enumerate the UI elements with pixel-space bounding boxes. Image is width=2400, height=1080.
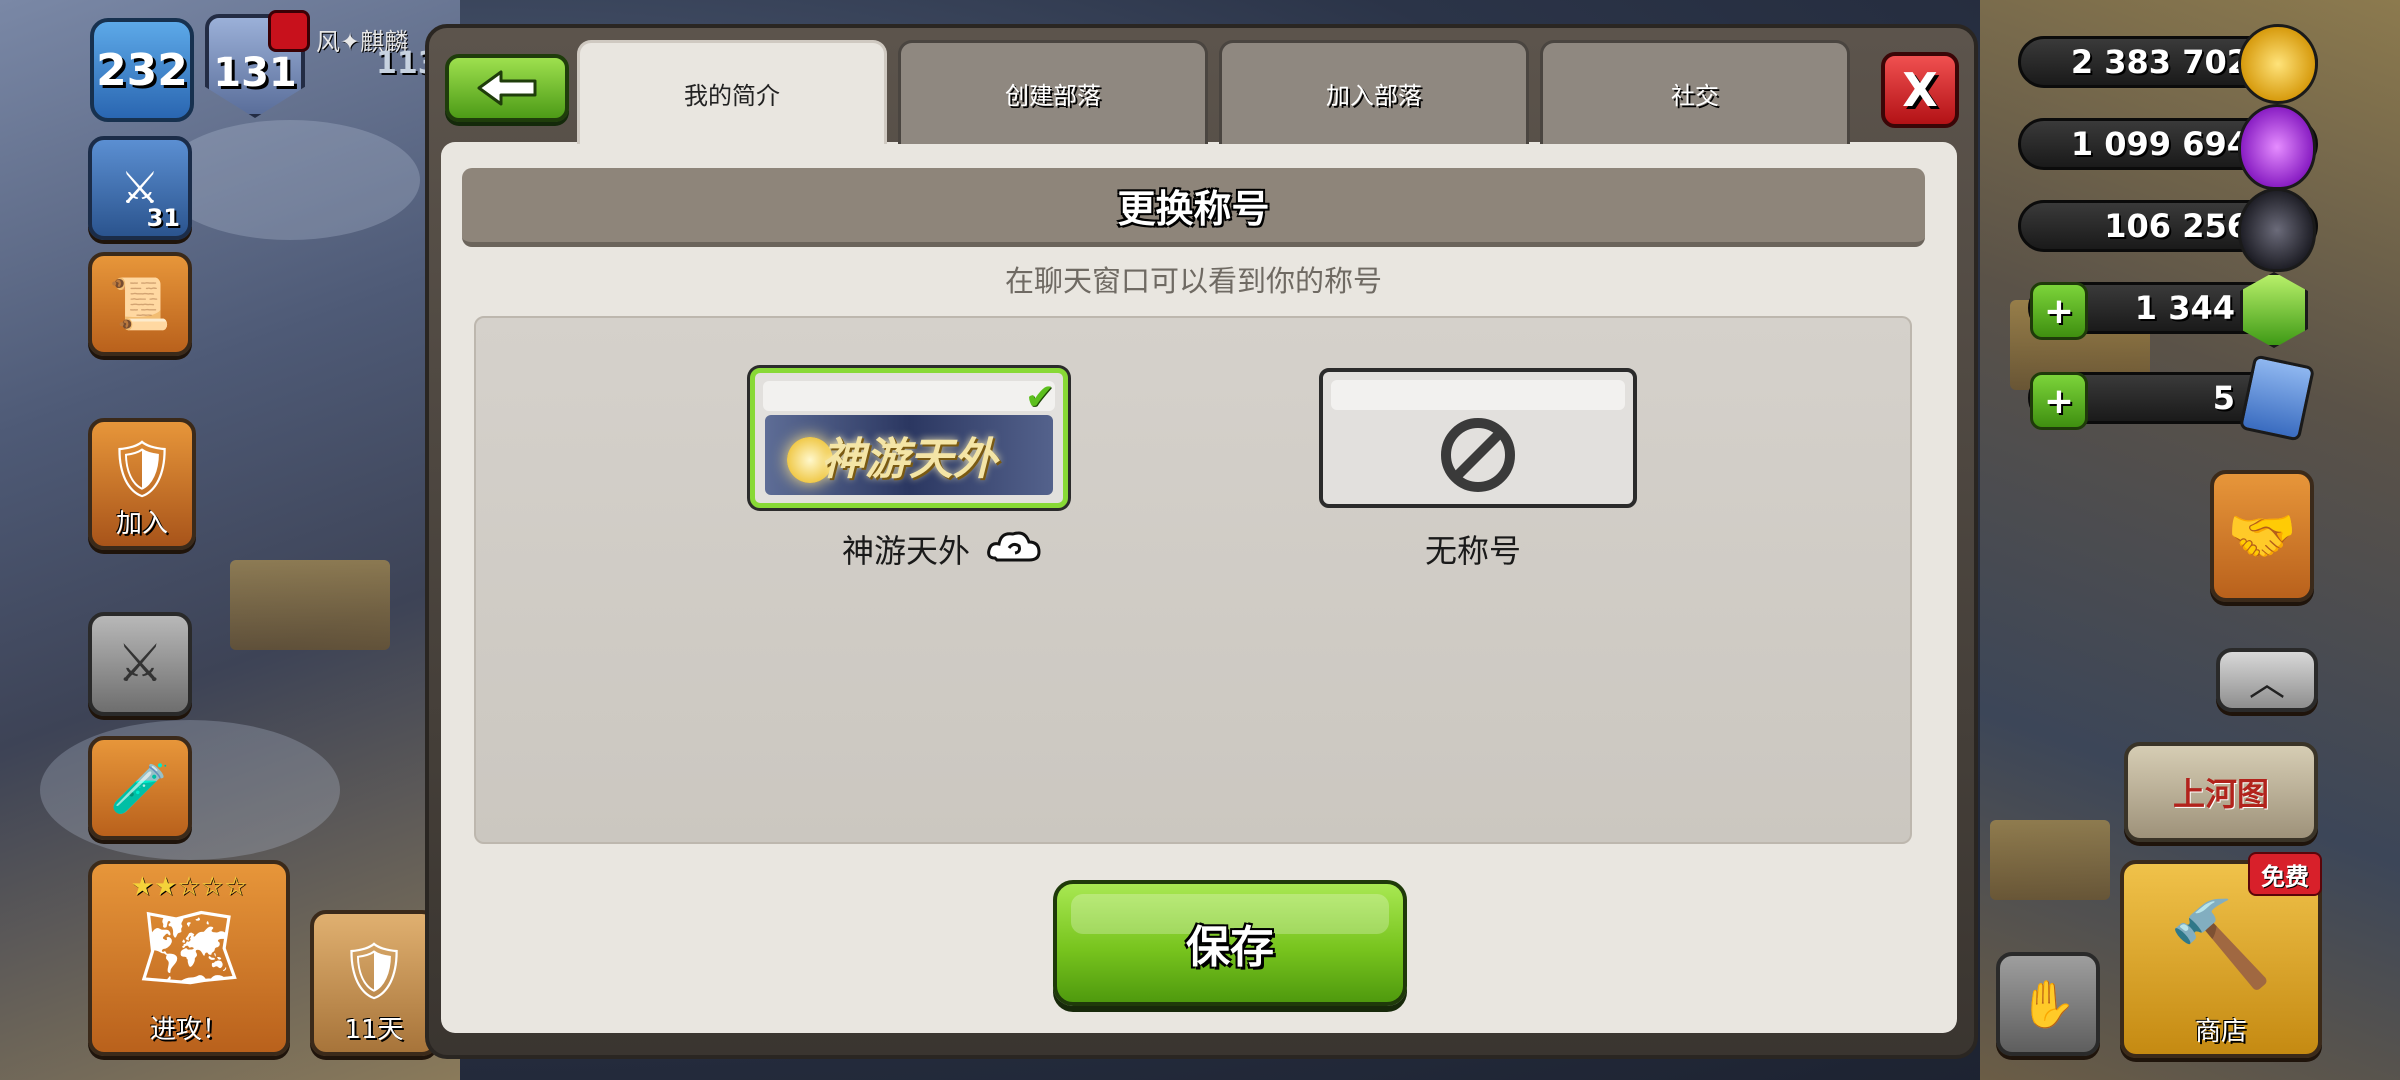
builder-potions-amount: 5	[2212, 379, 2235, 417]
title-label-no-title: 无称号	[1425, 532, 1522, 570]
rooftop-decoration	[230, 560, 390, 650]
clan-war-count: 31	[146, 204, 180, 232]
dark-elixir-amount: 106 256	[2104, 207, 2249, 245]
arrow-left-icon	[477, 70, 537, 106]
gold-coin-icon	[2238, 24, 2318, 104]
close-button[interactable]: X	[1881, 52, 1959, 128]
notification-dot	[268, 10, 310, 52]
title-option-no-title[interactable]	[1319, 368, 1637, 508]
army-button[interactable]: 🧪	[88, 736, 192, 840]
join-clan-label: 加入	[115, 509, 168, 539]
save-label: 保存	[1186, 922, 1274, 973]
battle-log-button[interactable]: ⚔	[88, 612, 192, 716]
title-label-shenyoutianwai: 神游天外	[842, 532, 971, 570]
handshake-icon: 🤝	[2227, 504, 2297, 569]
barbarian-potion-icon: 🧪	[110, 760, 170, 817]
tab-social[interactable]: 社交	[1540, 40, 1850, 144]
close-icon: X	[1902, 63, 1938, 117]
cloud-icon	[987, 531, 1041, 562]
gems-amount: 1 344	[2134, 289, 2235, 327]
elixir-drop-icon	[2238, 104, 2316, 190]
scroll-icon: 📜	[108, 274, 172, 333]
join-clan-button[interactable]: 🛡 加入	[88, 418, 196, 550]
treasure-map-icon: 🗺	[138, 901, 240, 994]
player-level-badge[interactable]: 232	[90, 18, 194, 122]
event-banner-label: 上河图	[2172, 775, 2269, 813]
tab-my-profile[interactable]: 我的简介	[577, 40, 887, 144]
shop-hammer-coins-icon: 🔨	[2168, 894, 2274, 993]
title-art: 神游天外	[765, 415, 1053, 495]
title-art-text: 神游天外	[821, 434, 997, 485]
quest-log-button[interactable]: 📜	[88, 252, 192, 356]
attack-stars-icon: ★★☆☆☆	[130, 872, 248, 902]
change-title-header: 更换称号	[462, 168, 1925, 247]
shield-days-label: 11天	[344, 1015, 404, 1045]
attack-button[interactable]: ★★☆☆☆ 🗺 进攻！	[88, 860, 290, 1056]
cloud-decoration	[160, 120, 420, 240]
attack-label: 进攻！	[149, 1015, 228, 1045]
dark-elixir-drop-icon	[2238, 188, 2316, 272]
rooftop-decoration	[1990, 820, 2110, 900]
edit-layout-button[interactable]: ✋	[1996, 952, 2100, 1056]
buy-potions-plus-button[interactable]: +	[2030, 372, 2088, 430]
scroll-up-button[interactable]: ︿	[2216, 648, 2318, 712]
back-button[interactable]	[445, 54, 569, 122]
tab-create-clan[interactable]: 创建部落	[898, 40, 1208, 144]
friendly-challenge-button[interactable]: 🤝	[2210, 470, 2314, 602]
elixir-amount: 1 099 694	[2070, 125, 2249, 163]
move-hand-icon: ✋	[2019, 976, 2077, 1031]
save-button[interactable]: 保存	[1053, 880, 1407, 1006]
free-badge: 免费	[2248, 852, 2322, 896]
checkmark-icon: ✔	[1024, 377, 1055, 418]
title-option-shenyoutianwai[interactable]: 神游天外 ✔	[750, 368, 1068, 508]
prohibited-icon	[1441, 418, 1515, 492]
chevron-up-icon: ︿	[2248, 663, 2285, 704]
shield-timer-button[interactable]: 🛡 11天	[310, 910, 438, 1056]
clan-shield-icon: 🛡	[106, 437, 178, 502]
card-topbar	[1331, 380, 1625, 410]
crossed-swords-icon: ⚔	[116, 634, 164, 694]
clan-war-button[interactable]: ⚔ 31	[88, 136, 192, 240]
tab-join-clan[interactable]: 加入部落	[1219, 40, 1529, 144]
buy-gems-plus-button[interactable]: +	[2030, 282, 2088, 340]
title-options-area	[474, 316, 1912, 844]
no-title-art	[1333, 414, 1623, 496]
gold-amount: 2 383 702	[2070, 43, 2249, 81]
event-banner-button[interactable]: 上河图	[2124, 742, 2318, 842]
card-topbar	[763, 381, 1055, 411]
shop-label: 商店	[2194, 1017, 2247, 1047]
change-title-subtitle: 在聊天窗口可以看到你的称号	[1004, 264, 1382, 298]
shield-plus-icon: 🛡	[338, 939, 410, 1004]
